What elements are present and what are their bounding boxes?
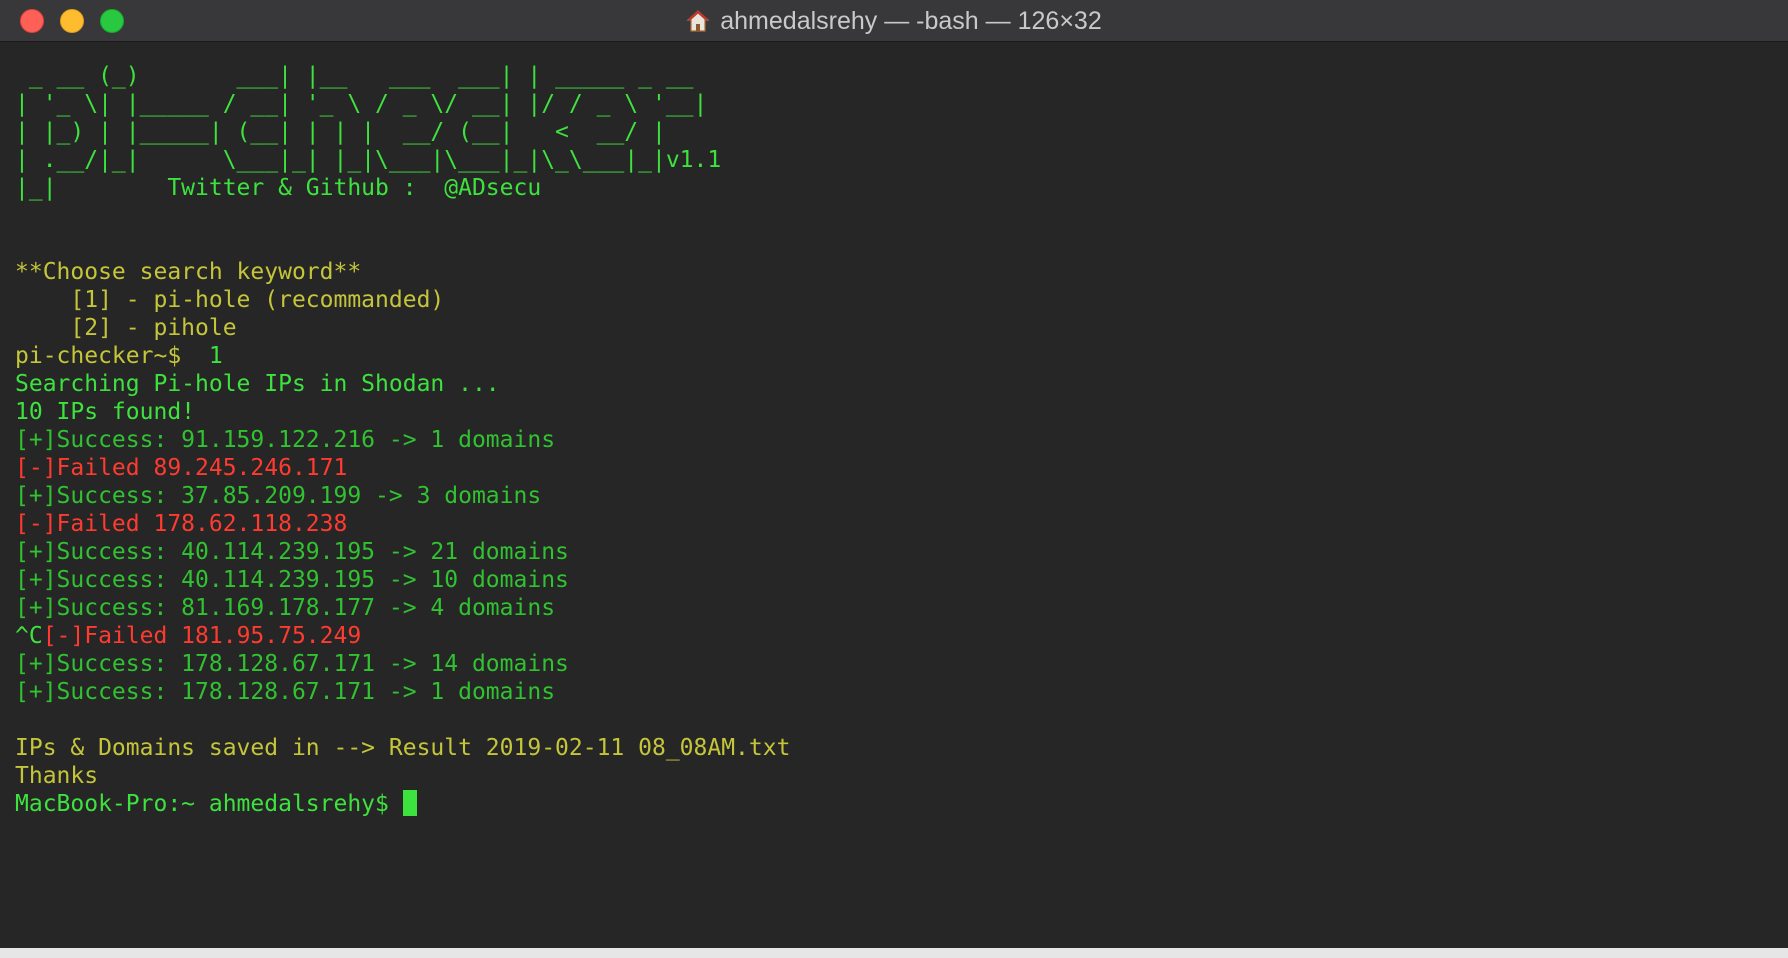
terminal-window: ahmedalsrehy — -bash — 126×32 _ __ (_) _… [0,0,1788,958]
menu-option: [2] - pihole [15,315,237,341]
result-line: [-]Failed 89.245.246.171 [15,455,348,481]
result-line: ^C[-]Failed 181.95.75.249 [15,622,1775,650]
ascii-banner-text: |_| [15,175,57,201]
result-line: [+]Success: 40.114.239.195 -> 10 domains [15,567,569,593]
saved-message: IPs & Domains saved in --> Result 2019-0… [15,735,791,761]
terminal-output[interactable]: _ __ (_) ___| |__ ___ ___| | _____ _ __ … [15,48,1775,818]
text-cursor [402,790,417,816]
ascii-banner-line: | |_) | |_____| (__| | | | __/ (__| < __… [15,119,708,145]
window-title: ahmedalsrehy — -bash — 126×32 [0,0,1788,42]
home-icon [686,10,710,32]
result-line: [+]Success: 91.159.122.216 -> 1 domains [15,427,556,453]
app-prompt: pi-checker~$ [15,343,196,369]
shell-prompt: MacBook-Pro:~ ahmedalsrehy$ [15,791,403,817]
ascii-banner-line: | .__/|_| \___|_| |_|\___|\___|_|\_\___|… [15,146,1775,174]
window-bottom-edge [0,948,1788,958]
result-line: [-]Failed 178.62.118.238 [15,511,348,537]
credit-text: Twitter & Github : @ADsecu [56,175,542,201]
prompt-input: 1 [195,343,223,369]
menu-title: **Choose search keyword** [15,259,362,285]
version-label: v1.1 [665,147,722,173]
ascii-banner-line: | '_ \| |_____ / __| '_ \ / _ \/ __| |/ … [15,91,708,117]
result-text: [-]Failed 181.95.75.249 [42,623,362,649]
result-line: [+]Success: 37.85.209.199 -> 3 domains [15,483,542,509]
result-line: [+]Success: 178.128.67.171 -> 1 domains [15,679,556,705]
ascii-banner-line: _ __ (_) ___| |__ ___ ___| | _____ _ __ [15,63,708,89]
ascii-banner-text: | .__/|_| \___|_| |_|\___|\___|_|\_\___|… [15,147,666,173]
thanks-message: Thanks [15,763,99,789]
shell-prompt-line[interactable]: MacBook-Pro:~ ahmedalsrehy$ [15,790,1775,818]
ascii-banner-line: |_| Twitter & Github : @ADsecu [15,174,1775,202]
window-title-text: ahmedalsrehy — -bash — 126×32 [720,6,1102,35]
result-line: [+]Success: 178.128.67.171 -> 14 domains [15,651,569,677]
result-line: [+]Success: 40.114.239.195 -> 21 domains [15,539,569,565]
status-found: 10 IPs found! [15,399,196,425]
status-searching: Searching Pi-hole IPs in Shodan ... [15,371,500,397]
result-line: [+]Success: 81.169.178.177 -> 4 domains [15,595,556,621]
menu-option: [1] - pi-hole (recommanded) [15,287,445,313]
input-prompt-line: pi-checker~$ 1 [15,342,1775,370]
title-bar[interactable]: ahmedalsrehy — -bash — 126×32 [0,0,1788,42]
interrupt-marker: ^C [15,623,43,649]
